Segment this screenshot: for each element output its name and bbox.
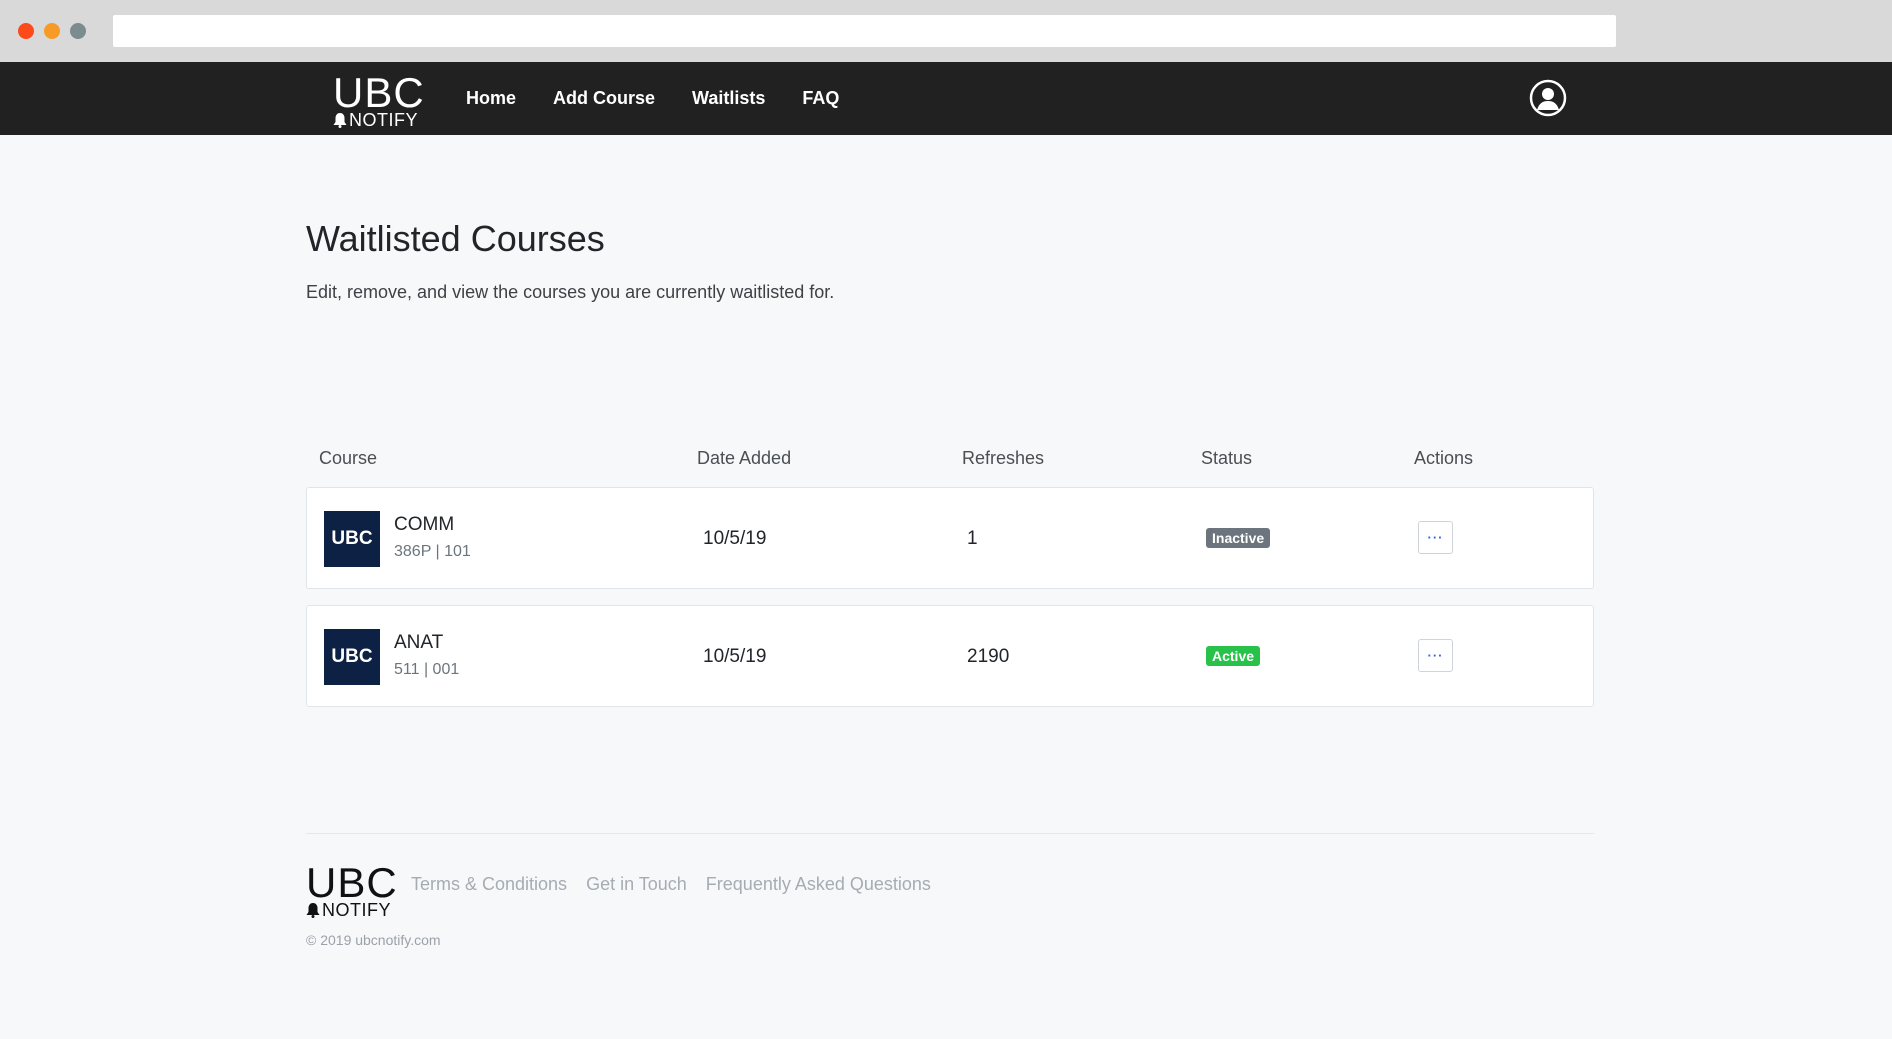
course-name: ANAT [394, 632, 444, 653]
bell-icon [333, 112, 347, 128]
footer-terms-link[interactable]: Terms & Conditions [411, 874, 567, 895]
footer-logo[interactable]: UBC NOTIFY [306, 859, 398, 920]
more-horizontal-icon: ··· [1427, 648, 1444, 663]
course-badge: UBC [324, 629, 380, 685]
logo-subtitle-row: NOTIFY [333, 111, 418, 129]
nav-links: Home Add Course Waitlists FAQ [466, 62, 876, 135]
status-badge: Inactive [1206, 528, 1271, 548]
row-actions-button[interactable]: ··· [1418, 521, 1453, 554]
footer-divider [306, 833, 1594, 834]
logo-subtitle: NOTIFY [349, 110, 418, 130]
footer-links: Terms & Conditions Get in Touch Frequent… [411, 874, 950, 895]
window-minimize-button[interactable] [44, 23, 60, 39]
footer-contact-link[interactable]: Get in Touch [586, 874, 687, 895]
table-row: UBC ANAT 511 | 001 10/5/19 2190 Active ·… [306, 605, 1594, 707]
status-badge: Active [1206, 646, 1261, 666]
profile-button[interactable] [1529, 79, 1567, 117]
logo-subtitle: NOTIFY [322, 900, 391, 920]
logo-subtitle-row: NOTIFY [306, 901, 391, 919]
table-row: UBC COMM 386P | 101 10/5/19 1 Inactive ·… [306, 487, 1594, 589]
window-close-button[interactable] [18, 23, 34, 39]
course-badge: UBC [324, 511, 380, 567]
address-bar[interactable] [113, 15, 1616, 47]
window-maximize-button[interactable] [70, 23, 86, 39]
course-section: 511 | 001 [394, 661, 460, 678]
navbar-logo[interactable]: UBC NOTIFY [333, 69, 425, 130]
date-added: 10/5/19 [703, 646, 767, 667]
nav-faq-link[interactable]: FAQ [802, 88, 839, 109]
refresh-count: 1 [967, 528, 978, 549]
column-header-actions: Actions [1414, 448, 1474, 468]
browser-chrome [0, 0, 1892, 62]
nav-add-course-link[interactable]: Add Course [553, 88, 655, 109]
more-horizontal-icon: ··· [1427, 530, 1444, 545]
refresh-count: 2190 [967, 646, 1010, 667]
page-title: Waitlisted Courses [306, 218, 605, 259]
footer-faq-link[interactable]: Frequently Asked Questions [706, 874, 931, 895]
page-subtitle: Edit, remove, and view the courses you a… [306, 282, 835, 302]
copyright-text: © 2019 ubcnotify.com [306, 932, 441, 948]
nav-home-link[interactable]: Home [466, 88, 516, 109]
nav-waitlists-link[interactable]: Waitlists [692, 88, 765, 109]
column-header-date-added: Date Added [697, 448, 792, 468]
course-name: COMM [394, 514, 455, 535]
column-header-refreshes: Refreshes [962, 448, 1045, 468]
logo-title: UBC [306, 859, 398, 906]
course-section: 386P | 101 [394, 543, 471, 560]
page-viewport: UBC NOTIFY Home Add Course Waitlists FAQ [0, 62, 1892, 1039]
date-added: 10/5/19 [703, 528, 767, 549]
logo-title: UBC [333, 69, 425, 116]
column-header-course: Course [319, 448, 378, 468]
navbar: UBC NOTIFY Home Add Course Waitlists FAQ [0, 62, 1892, 135]
column-header-status: Status [1201, 448, 1253, 468]
bell-icon [306, 902, 320, 918]
user-circle-icon [1529, 79, 1567, 117]
row-actions-button[interactable]: ··· [1418, 639, 1453, 672]
